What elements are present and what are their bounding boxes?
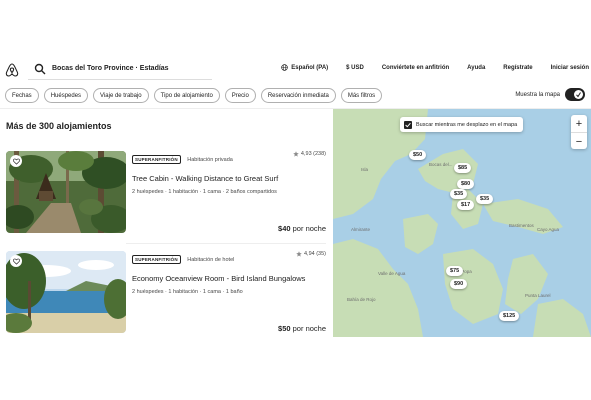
map-place-label: Punta Laurel	[525, 293, 551, 298]
heart-icon	[12, 258, 20, 265]
listing-card[interactable]: SUPERANFITRIÓN Habitación privada 4,93 (…	[6, 151, 326, 233]
rating-value: 4,93 (238)	[300, 151, 326, 157]
price-pin[interactable]: $125	[499, 311, 520, 321]
top-header: Bocas del Toro Province · Estadías Españ…	[0, 58, 591, 82]
price-pin[interactable]: $17	[457, 200, 475, 210]
filter-dates-button[interactable]: Fechas	[5, 88, 39, 103]
price-amount: $40	[278, 224, 291, 233]
price-amount: $50	[278, 324, 291, 333]
price-pin[interactable]: $50	[409, 150, 427, 160]
listing-divider	[126, 243, 326, 244]
checkmark-icon	[405, 122, 411, 127]
map-toggle-label: Muestra la mapa	[515, 91, 560, 98]
currency-selector[interactable]: $ USD	[346, 64, 364, 71]
login-link[interactable]: Iniciar sesión	[551, 64, 589, 71]
listing-type: Habitación de hotel	[187, 256, 235, 263]
map-place-label: Bocas del...	[429, 162, 453, 167]
filter-bar: Fechas Huéspedes Viaje de trabajo Tipo d…	[5, 88, 383, 104]
listing-photo[interactable]	[6, 251, 126, 333]
globe-icon	[281, 64, 289, 71]
map-place-label: Almirante	[351, 227, 371, 232]
price-pin[interactable]: $75	[446, 266, 464, 276]
listing-rating: 4,93 (238)	[293, 151, 326, 157]
favorite-button[interactable]	[10, 155, 22, 167]
listing-price: $40 por noche	[278, 224, 326, 233]
price-pin[interactable]: $35	[450, 189, 468, 199]
map-toggle: Muestra la mapa	[515, 88, 585, 101]
listing-rating: 4,94 (35)	[296, 251, 326, 257]
results-map[interactable]: Isla Bocas del... Almirante Valle de Agu…	[333, 109, 591, 337]
price-pin[interactable]: $80	[457, 179, 475, 189]
listing-price: $50 por noche	[278, 324, 326, 333]
price-unit: por noche	[292, 224, 326, 233]
listing-info: SUPERANFITRIÓN Habitación de hotel 4,94 …	[132, 251, 326, 295]
filter-guests-button[interactable]: Huéspedes	[43, 88, 89, 103]
search-icon	[34, 63, 46, 74]
listing-title[interactable]: Tree Cabin - Walking Distance to Great S…	[132, 174, 326, 183]
map-land	[333, 109, 591, 337]
search-as-move-label: Buscar mientras me desplazo en el mapa	[416, 121, 518, 128]
price-pin[interactable]: $85	[454, 163, 472, 173]
listing-info: SUPERANFITRIÓN Habitación privada 4,93 (…	[132, 151, 326, 195]
filter-work-trip-button[interactable]: Viaje de trabajo	[93, 88, 149, 103]
map-place-label: Bastimentos	[509, 223, 534, 228]
zoom-controls: + −	[571, 115, 587, 149]
language-selector[interactable]: Español (PA)	[281, 64, 328, 71]
map-toggle-switch[interactable]	[565, 88, 585, 101]
price-unit: por noche	[292, 324, 326, 333]
signup-link[interactable]: Regístrate	[503, 64, 532, 71]
help-link[interactable]: Ayuda	[467, 64, 485, 71]
search-as-move-toggle[interactable]: Buscar mientras me desplazo en el mapa	[400, 117, 524, 132]
price-pin[interactable]: $90	[450, 279, 468, 289]
superhost-badge: SUPERANFITRIÓN	[132, 255, 181, 265]
filter-more-button[interactable]: Más filtros	[340, 88, 383, 103]
filter-type-button[interactable]: Tipo de alojamiento	[153, 88, 220, 103]
zoom-out-button[interactable]: −	[571, 133, 587, 150]
top-nav: Español (PA) $ USD Conviértete en anfitr…	[263, 64, 589, 71]
become-host-link[interactable]: Conviértete en anfitrión	[382, 64, 449, 71]
heart-icon	[12, 158, 20, 165]
airbnb-logo-icon[interactable]	[4, 62, 20, 78]
zoom-in-button[interactable]: +	[571, 115, 587, 132]
star-icon	[293, 151, 299, 157]
listing-title[interactable]: Economy Oceanview Room - Bird Island Bun…	[132, 274, 326, 283]
check-icon	[576, 92, 581, 98]
star-icon	[296, 251, 302, 257]
map-place-label: Bahía de Rojo	[347, 297, 376, 302]
listing-photo[interactable]	[6, 151, 126, 233]
map-place-label: Cayo Agua	[537, 227, 560, 232]
superhost-badge: SUPERANFITRIÓN	[132, 155, 181, 165]
results-title: Más de 300 alojamientos	[6, 121, 112, 131]
filter-price-button[interactable]: Precio	[224, 88, 256, 103]
favorite-button[interactable]	[10, 255, 22, 267]
listing-type: Habitación privada	[187, 156, 233, 163]
price-pin[interactable]: $35	[476, 194, 494, 204]
listing-details: 2 huéspedes · 1 habitación · 1 cama · 1 …	[132, 289, 243, 295]
map-place-label: Valle de Agua	[378, 271, 406, 276]
search-bar[interactable]: Bocas del Toro Province · Estadías	[28, 58, 212, 80]
rating-value: 4,94 (35)	[303, 251, 326, 257]
map-place-label: Isla	[361, 167, 369, 172]
language-label: Español (PA)	[291, 64, 329, 71]
listing-card[interactable]: SUPERANFITRIÓN Habitación de hotel 4,94 …	[6, 251, 326, 333]
search-as-move-checkbox[interactable]	[404, 120, 412, 129]
filter-instant-book-button[interactable]: Reservación inmediata	[260, 88, 336, 103]
listing-details: 2 huéspedes · 1 habitación · 1 cama · 2 …	[132, 189, 277, 195]
search-text: Bocas del Toro Province · Estadías	[52, 65, 169, 72]
